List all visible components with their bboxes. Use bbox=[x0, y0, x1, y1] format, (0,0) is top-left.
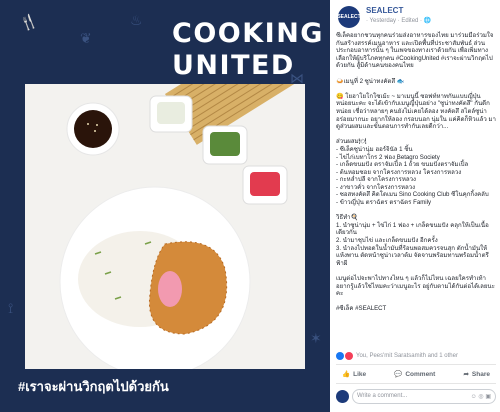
post-image[interactable]: 🍴 ❦ ♨ ⋈ ⟟ ✶ COOKING UNITED #เราจะผ่านวิก… bbox=[0, 0, 330, 412]
comment-placeholder: Write a comment... bbox=[357, 393, 408, 399]
post-actions-bar: 👍 Like 💬 Comment ➦ Share bbox=[336, 364, 496, 384]
reactions-summary[interactable]: You, Pees'mit Saratsamith and 1 other bbox=[336, 352, 496, 360]
page-avatar[interactable]: SEALECT bbox=[337, 6, 361, 28]
doodle-leaf-icon: ❦ bbox=[80, 30, 92, 46]
doodle-pot-icon: ♨ bbox=[130, 12, 143, 28]
image-hashtag: #เราจะผ่านวิกฤตไปด้วยกัน bbox=[18, 379, 169, 394]
user-avatar bbox=[336, 389, 349, 403]
brand-title: COOKING UNITED bbox=[172, 18, 324, 81]
love-reaction-icon bbox=[345, 352, 353, 360]
share-button[interactable]: ➦ Share bbox=[457, 370, 496, 379]
comment-label: Comment bbox=[405, 370, 436, 378]
reactions-text: You, Pees'mit Saratsamith and 1 other bbox=[356, 353, 458, 359]
post-meta: · Yesterday · Edited · 🌐 bbox=[366, 18, 432, 24]
comment-composer: Write a comment... ☺ ◎ ▣ bbox=[336, 388, 496, 404]
doodle-star-icon: ✶ bbox=[310, 330, 322, 346]
like-reaction-icon bbox=[336, 352, 344, 360]
doodle-spoon-icon: ⟟ bbox=[8, 300, 14, 316]
like-label: Like bbox=[353, 370, 367, 378]
comment-button[interactable]: 💬 Comment bbox=[388, 370, 441, 379]
share-icon: ➦ bbox=[463, 371, 469, 378]
thumbs-up-icon: 👍 bbox=[342, 371, 351, 378]
comment-icon: 💬 bbox=[394, 371, 403, 378]
post-body-text: ซีเล็คอยากชวนทุกคนร่วมส่งอาหารของไทย มาร… bbox=[336, 32, 496, 313]
like-button[interactable]: 👍 Like bbox=[336, 370, 372, 379]
food-photo bbox=[25, 84, 305, 369]
doodle-fork-icon: 🍴 bbox=[17, 11, 40, 33]
tonkatsu-plate-illustration bbox=[25, 84, 305, 369]
emoji-icons[interactable]: ☺ ◎ ▣ bbox=[471, 393, 491, 400]
comment-input[interactable]: Write a comment... ☺ ◎ ▣ bbox=[352, 388, 496, 404]
post-header: SEALECT SEALECT · Yesterday · Edited · 🌐 bbox=[334, 6, 498, 32]
share-label: Share bbox=[471, 370, 490, 378]
post-panel: SEALECT SEALECT · Yesterday · Edited · 🌐… bbox=[330, 0, 500, 412]
page-name-link[interactable]: SEALECT bbox=[366, 6, 403, 15]
